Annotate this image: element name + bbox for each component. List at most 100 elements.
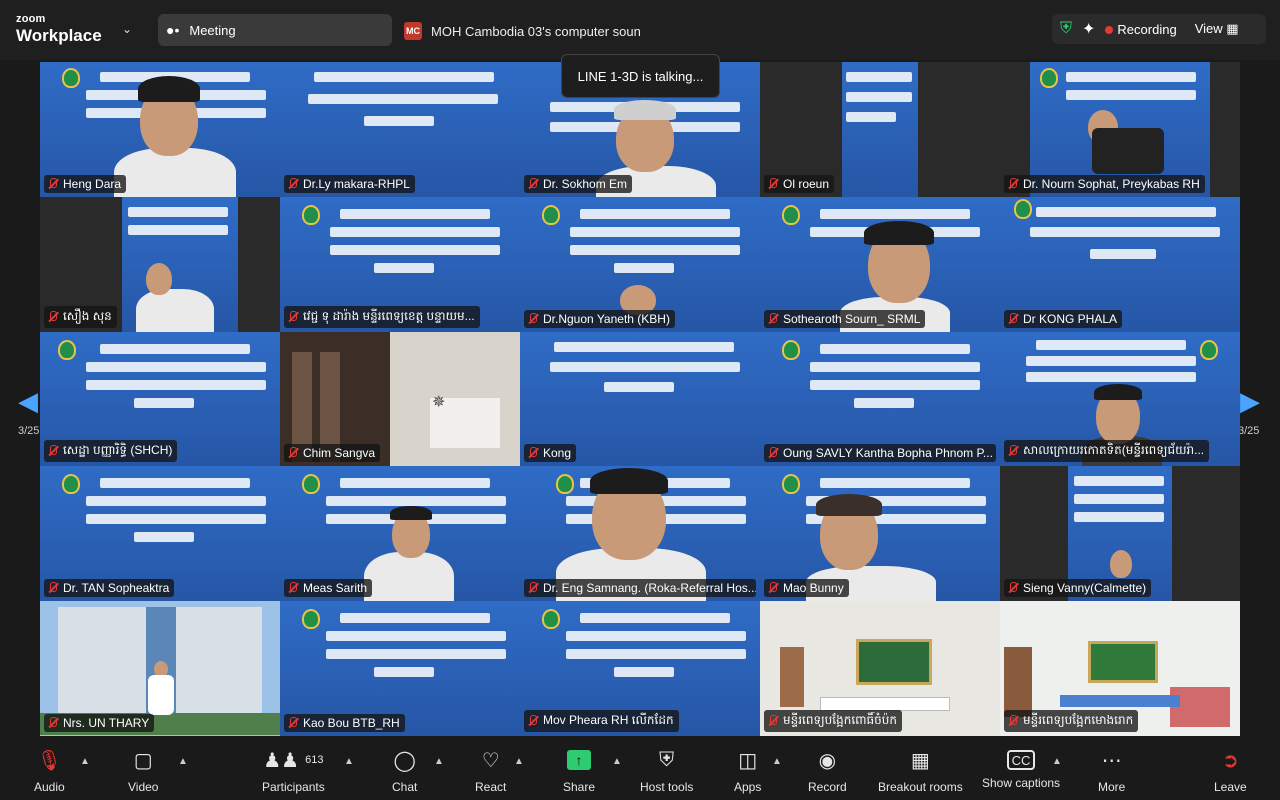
participant-name-text: Heng Dara — [63, 176, 122, 191]
video-tile[interactable]: Ol roeun — [760, 62, 1000, 197]
host-tools-button[interactable]: ⛨ Host tools — [640, 746, 693, 795]
recording-dot-icon — [1105, 25, 1114, 34]
video-tile[interactable]: Dr. Eng Samnang. (Roka-Referral Hos... — [520, 466, 760, 602]
screen-share-title[interactable]: MOH Cambodia 03's computer soun — [431, 24, 641, 39]
participant-name: Dr.Ly makara-RHPL — [284, 174, 415, 193]
breakout-rooms-button[interactable]: ▦ Breakout rooms — [878, 746, 963, 795]
video-options-caret-icon[interactable]: ▲ — [178, 756, 188, 767]
audio-label: Audio — [34, 780, 65, 794]
chat-options-caret-icon[interactable]: ▲ — [434, 756, 444, 767]
participant-name: Oung SAVLY Kantha Bopha Phnom P... — [764, 444, 996, 463]
video-tile[interactable]: Dr.Ly makara-RHPL — [280, 62, 520, 197]
video-tile[interactable]: Dr KONG PHALA — [1000, 196, 1240, 332]
video-tile[interactable]: Heng Dara — [40, 62, 280, 197]
zoom-logo[interactable]: zoom Workplace — [16, 13, 102, 45]
video-tile[interactable]: Dr. Nourn Sophat, Preykabas RH — [1000, 62, 1240, 197]
share-options-caret-icon[interactable]: ▲ — [612, 756, 622, 767]
mic-muted-icon — [1007, 714, 1019, 727]
video-label: Video — [128, 780, 159, 794]
apps-button[interactable]: ◫ Apps — [734, 746, 762, 795]
chat-button[interactable]: ◯ Chat — [392, 746, 417, 795]
apps-grid-icon: ◫ — [738, 749, 758, 772]
apps-label: Apps — [734, 780, 762, 794]
participant-name: Dr. Eng Samnang. (Roka-Referral Hos... — [524, 579, 756, 598]
participants-button[interactable]: ♟♟ 613 Participants — [262, 746, 325, 795]
video-tile[interactable]: សាលក្រោយរកោតទិត(មន្ទីរពេទ្យជ័យរ៉ា... — [1000, 331, 1240, 467]
mic-muted-icon — [287, 447, 299, 459]
mic-muted-icon — [47, 445, 59, 457]
mic-muted-icon — [287, 716, 299, 729]
participants-icon-wrap: ♟♟ 613 — [263, 746, 323, 774]
ministry-emblem-icon — [556, 474, 574, 495]
participant-name: Meas Sarith — [284, 579, 373, 598]
mic-muted-icon — [767, 447, 779, 459]
apps-options-caret-icon[interactable]: ▲ — [772, 756, 782, 767]
participant-name: Dr. Sokhom Em — [524, 174, 633, 193]
react-options-caret-icon[interactable]: ▲ — [514, 756, 524, 767]
leave-button[interactable]: ➲ Leave — [1214, 746, 1247, 795]
heart-icon: ♡ — [481, 749, 500, 772]
mic-muted-icon — [767, 177, 779, 190]
participant-name: Chim Sangva — [284, 444, 381, 463]
sparkle-icon[interactable]: ✦ — [1082, 19, 1095, 39]
meeting-status-cluster: ⛨ ✦ Recording View ▦ — [1052, 14, 1266, 44]
video-tile[interactable]: Sieng Vanny(Calmette) — [1000, 466, 1240, 602]
chairs — [1170, 687, 1230, 728]
participants-label: Participants — [262, 780, 325, 794]
previous-page-arrow-icon[interactable]: ◀ — [18, 386, 38, 417]
participant-name-text: Mov Pheara RH លើកដែក — [543, 712, 674, 727]
participant-name: វេជ្ជ ទុ ដារ៉ាង មន្ទីរពេទ្យខេត្ត បន្ទាយម… — [284, 305, 480, 328]
react-button[interactable]: ♡ React — [475, 746, 506, 795]
recording-indicator[interactable]: Recording — [1105, 22, 1177, 37]
logo-text-zoom: zoom — [16, 13, 46, 25]
audio-options-caret-icon[interactable]: ▲ — [80, 756, 90, 767]
audio-button[interactable]: 🎙 Audio — [34, 746, 65, 795]
next-page-arrow-icon[interactable]: ▶ — [1240, 386, 1260, 417]
talking-indicator: LINE 1-3D is talking... — [561, 54, 720, 98]
video-tile[interactable]: Kao Bou BTB_RH — [280, 601, 520, 736]
mic-muted-icon — [287, 177, 299, 190]
video-tile[interactable]: មន្ទីរពេទ្យបង្អែកមោងរោក — [1000, 601, 1240, 736]
captions-options-caret-icon[interactable]: ▲ — [1052, 756, 1062, 767]
video-tile[interactable]: ✵ Chim Sangva — [280, 331, 520, 467]
participant-name-text: មន្ទីរពេទ្យបង្អែកមោងរោក — [1023, 712, 1134, 727]
captions-button[interactable]: CC Show captions — [982, 746, 1060, 790]
video-tile[interactable]: Meas Sarith — [280, 466, 520, 602]
video-button[interactable]: ▢ Video — [128, 746, 159, 795]
video-tile[interactable]: Oung SAVLY Kantha Bopha Phnom P... — [760, 331, 1000, 467]
video-tile[interactable]: Sothearoth Sourn_ SRML — [760, 196, 1000, 332]
mic-muted-icon — [47, 582, 59, 594]
video-tile[interactable]: Mov Pheara RH លើកដែក — [520, 601, 760, 736]
video-tile[interactable]: សឿង សុន — [40, 196, 280, 332]
ministry-emblem-icon — [62, 68, 80, 88]
mic-muted-icon — [527, 312, 539, 325]
ministry-emblem-icon — [302, 204, 320, 225]
video-tile[interactable]: Kong — [520, 331, 760, 467]
shield-check-icon[interactable]: ⛨ — [1060, 20, 1072, 38]
video-tile[interactable]: Dr.Nguon Yaneth (KBH) — [520, 196, 760, 332]
video-tile[interactable]: វេជ្ជ ទុ ដារ៉ាង មន្ទីរពេទ្យខេត្ត បន្ទាយម… — [280, 196, 520, 332]
participant-name: សាលក្រោយរកោតទិត(មន្ទីរពេទ្យជ័យរ៉ា... — [1004, 440, 1210, 463]
ministry-emblem-icon — [782, 339, 800, 360]
more-button[interactable]: ⋯ More — [1098, 746, 1126, 795]
shield-icon: ⛨ — [659, 748, 675, 771]
participant-name: សេដ្ឋា បញ្ញារិទ្ធិ (SHCH) — [44, 440, 178, 463]
more-dots-icon: ⋯ — [1101, 749, 1122, 772]
record-button[interactable]: ◉ Record — [808, 746, 847, 795]
video-tile[interactable]: Dr. TAN Sopheaktra — [40, 466, 280, 602]
video-tile[interactable]: សេដ្ឋា បញ្ញារិទ្ធិ (SHCH) — [40, 331, 280, 467]
view-button[interactable]: View ▦ — [1195, 21, 1239, 37]
share-button[interactable]: ↑ Share — [563, 746, 595, 794]
participants-options-caret-icon[interactable]: ▲ — [344, 756, 354, 767]
video-tile[interactable]: មន្ទីរពេទ្យបង្អែកពោធិ៍ចំប៉ក — [760, 601, 1000, 736]
participant-name-text: Dr KONG PHALA — [1023, 311, 1118, 326]
video-tile[interactable]: Mao Bunny — [760, 466, 1000, 602]
chevron-down-icon[interactable]: ⌄ — [122, 22, 132, 36]
video-tile[interactable]: Nrs. UN THARY — [40, 601, 280, 736]
participant-name-text: Nrs. UN THARY — [63, 715, 150, 730]
meeting-label: Meeting — [189, 22, 236, 38]
more-label: More — [1098, 780, 1126, 794]
meeting-tab[interactable]: ●• Meeting — [158, 14, 392, 46]
participant-name: Dr KONG PHALA — [1004, 309, 1123, 328]
participant-name-text: Chim Sangva — [303, 446, 376, 461]
